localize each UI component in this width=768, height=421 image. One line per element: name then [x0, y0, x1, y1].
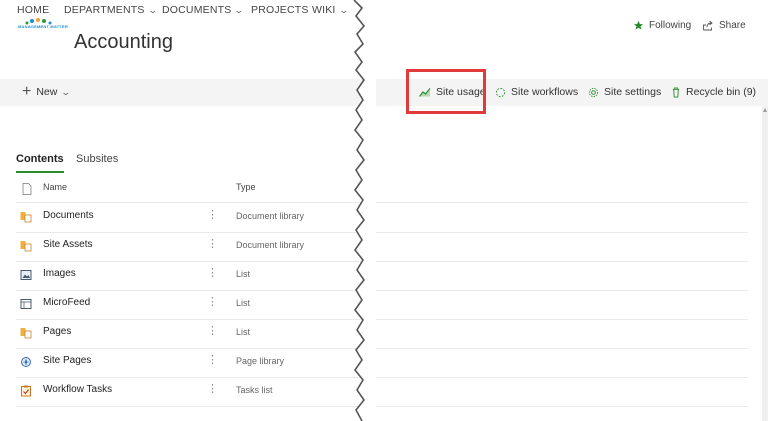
item-type: List	[236, 269, 251, 279]
global-nav: HOME DEPARTMENTS ⌄ DOCUMENTS ⌄ PROJECTS WI…	[0, 0, 768, 20]
vertical-scrollbar[interactable]	[762, 106, 768, 421]
nav-home[interactable]: HOME	[17, 4, 49, 16]
nav-documents[interactable]: DOCUMENTS ⌄	[162, 4, 245, 16]
site-logo[interactable]: MANAGEMENT MATTER	[18, 18, 68, 62]
image-list-icon	[20, 270, 32, 280]
site-settings-button[interactable]: Site settings	[588, 86, 661, 98]
library-icon	[20, 328, 32, 339]
item-name[interactable]: Site Assets	[43, 239, 92, 250]
item-name[interactable]: Documents	[43, 210, 94, 221]
more-options-icon[interactable]: ⋮	[207, 382, 218, 395]
recycle-bin-button[interactable]: Recycle bin (9)	[671, 86, 756, 98]
more-options-icon[interactable]: ⋮	[207, 237, 218, 250]
more-options-icon[interactable]: ⋮	[207, 324, 218, 337]
nav-projects[interactable]: PROJECTS	[251, 4, 309, 16]
more-options-icon[interactable]: ⋮	[207, 295, 218, 308]
library-icon	[20, 212, 32, 223]
new-button[interactable]: + New ⌄	[22, 83, 72, 100]
site-settings-label: Site settings	[604, 86, 662, 98]
list-item[interactable]: Documents ⋮ Document library	[16, 203, 748, 233]
nav-departments[interactable]: DEPARTMENTS ⌄	[64, 4, 158, 16]
item-name[interactable]: MicroFeed	[43, 297, 90, 308]
column-header-name[interactable]: Name	[43, 182, 67, 192]
item-type: Document library	[236, 211, 305, 221]
share-icon	[703, 20, 713, 31]
new-label: New	[36, 86, 58, 98]
item-type: Tasks list	[236, 385, 273, 395]
nav-home-label: HOME	[17, 4, 50, 16]
column-header-type[interactable]: Type	[236, 182, 256, 192]
chevron-down-icon: ⌄	[233, 5, 245, 15]
list-item[interactable]: Pages ⋮ List	[16, 319, 748, 349]
nav-departments-label: DEPARTMENTS	[64, 4, 145, 16]
page-library-icon	[21, 357, 31, 367]
share-button[interactable]: Share	[702, 20, 746, 31]
page-title: Accounting	[74, 31, 173, 53]
gear-icon	[588, 87, 599, 97]
list-item[interactable]: MicroFeed ⋮ List	[16, 290, 748, 320]
following-button[interactable]: Following	[633, 20, 691, 31]
share-label: Share	[719, 20, 746, 31]
nav-projects-label: PROJECTS	[251, 4, 309, 16]
torn-edge-graphic	[353, 0, 376, 421]
site-workflows-label: Site workflows	[511, 86, 579, 98]
item-name[interactable]: Site Pages	[43, 355, 91, 366]
site-usage-highlight	[406, 69, 486, 114]
following-label: Following	[649, 20, 692, 31]
item-type: List	[236, 327, 251, 337]
item-type: Page library	[236, 356, 285, 366]
item-name[interactable]: Pages	[43, 326, 71, 337]
workflow-icon	[495, 87, 506, 97]
recycle-bin-label: Recycle bin (9)	[686, 86, 757, 98]
list-icon	[20, 299, 32, 309]
item-type: Document library	[236, 240, 305, 250]
chevron-down-icon: ⌄	[60, 86, 72, 97]
list-item[interactable]: Site Pages ⋮ Page library	[16, 348, 748, 378]
more-options-icon[interactable]: ⋮	[207, 208, 218, 221]
item-name[interactable]: Workflow Tasks	[43, 384, 112, 395]
library-icon	[20, 241, 32, 252]
site-workflows-button[interactable]: Site workflows	[495, 86, 578, 98]
nav-wiki-label: WIKI	[312, 4, 336, 16]
file-type-icon	[22, 183, 32, 195]
list-item[interactable]: Site Assets ⋮ Document library	[16, 232, 748, 262]
trash-icon	[672, 86, 680, 98]
logo-text: MANAGEMENT MATTER	[18, 24, 68, 29]
tab-contents[interactable]: Contents	[16, 153, 64, 173]
list-item[interactable]: Workflow Tasks ⋮ Tasks list	[16, 377, 748, 407]
chevron-down-icon: ⌄	[147, 5, 158, 15]
list-item[interactable]: Images ⋮ List	[16, 261, 748, 291]
more-options-icon[interactable]: ⋮	[207, 353, 218, 366]
tasks-list-icon	[21, 385, 31, 397]
nav-documents-label: DOCUMENTS	[162, 4, 232, 16]
item-name[interactable]: Images	[43, 268, 76, 279]
more-options-icon[interactable]: ⋮	[207, 266, 218, 279]
plus-icon: +	[22, 83, 32, 100]
star-icon	[633, 20, 644, 30]
tab-subsites[interactable]: Subsites	[76, 153, 118, 165]
item-type: List	[236, 298, 251, 308]
